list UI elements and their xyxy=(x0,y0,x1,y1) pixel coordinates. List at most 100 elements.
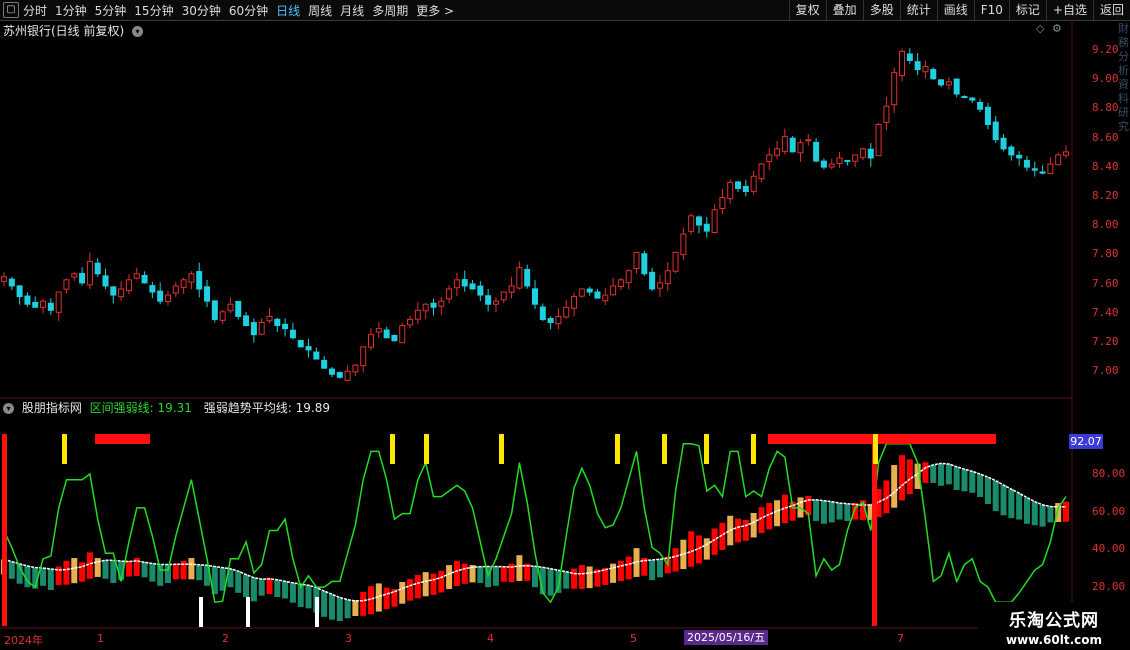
candle-body xyxy=(742,185,749,192)
x-tick: 2 xyxy=(222,632,229,645)
candle-body xyxy=(766,154,773,162)
indicator-bar xyxy=(836,503,843,520)
indicator-bar xyxy=(563,571,570,589)
indicator-bar xyxy=(977,474,984,498)
candle-body xyxy=(625,270,632,284)
candle-body xyxy=(547,317,554,323)
price-tick: 9.20 xyxy=(1092,43,1119,56)
indicator-bar xyxy=(235,571,242,593)
candle-body xyxy=(266,315,273,322)
indicator-bar xyxy=(71,558,78,584)
indicator-bar xyxy=(258,579,265,596)
candle-body xyxy=(196,271,203,290)
indicator-bar xyxy=(1023,497,1030,524)
indicator-bar xyxy=(500,566,507,582)
indicator-bar xyxy=(742,519,749,541)
candle-body xyxy=(555,315,562,325)
signal-band xyxy=(768,434,996,444)
candle-body xyxy=(118,288,125,298)
indicator-bar xyxy=(1016,493,1023,520)
candle-body xyxy=(797,142,804,154)
indicator-bar xyxy=(532,566,538,588)
candle-body xyxy=(32,301,39,308)
indicator-bar xyxy=(282,581,289,599)
candle-body xyxy=(844,159,851,162)
indicator-bar xyxy=(102,560,109,579)
candle-body xyxy=(172,285,179,294)
indicator-bar xyxy=(360,591,367,616)
indicator-bar xyxy=(383,587,390,610)
indicator-bar xyxy=(86,552,93,579)
indicator-bar xyxy=(110,560,117,583)
candle-body xyxy=(524,268,531,287)
candle-body xyxy=(508,285,515,293)
candle-body xyxy=(86,261,93,286)
side-panel-strip: 財務分析資料研究 xyxy=(1118,22,1129,133)
indicator-bar xyxy=(672,548,679,572)
candle-body xyxy=(828,163,835,168)
candle-body xyxy=(344,370,351,381)
candle-body xyxy=(781,136,788,152)
candle-body xyxy=(758,163,765,180)
candle-body xyxy=(391,334,398,342)
indicator-bar xyxy=(188,558,195,580)
indicator-bar xyxy=(625,556,632,580)
candle-body xyxy=(1039,171,1046,174)
signal-marker xyxy=(872,436,877,626)
candle-body xyxy=(1,276,7,282)
indicator-bar xyxy=(688,531,695,567)
candle-body xyxy=(328,368,335,375)
candle-body xyxy=(1063,151,1069,156)
candle-body xyxy=(703,223,710,232)
candle-body xyxy=(71,273,78,278)
watermark-url: www.60lt.com xyxy=(1005,633,1103,647)
current-value-tag: 92.07 xyxy=(1069,434,1103,449)
indicator-bar xyxy=(47,569,54,591)
candle-body xyxy=(243,315,250,327)
candle-body xyxy=(680,233,687,256)
indicator-bar xyxy=(321,591,328,617)
indicator-bar xyxy=(1047,506,1054,523)
indicator-bar xyxy=(899,455,906,501)
indicator-bar xyxy=(1031,501,1038,526)
candle-body xyxy=(727,181,734,200)
candle-body xyxy=(55,291,62,313)
indicator-tick: 80.00 xyxy=(1092,467,1126,480)
indicator-bar xyxy=(578,565,585,589)
chevron-down-icon[interactable]: ▾ xyxy=(3,403,14,414)
trend-avg-value: 19.89 xyxy=(295,401,330,415)
indicator-bar xyxy=(758,507,765,534)
candle-body xyxy=(633,251,640,270)
candle-body xyxy=(492,300,499,305)
price-and-indicator-chart[interactable] xyxy=(0,0,1130,650)
candle-body xyxy=(532,288,538,305)
candle-body xyxy=(578,288,585,297)
candle-body xyxy=(360,346,367,367)
indicator-bar xyxy=(516,555,523,581)
candle-body xyxy=(992,121,999,141)
candle-body xyxy=(774,148,781,156)
indicator-title: ▾ 股朋指标网 区间强弱线: 19.31 强弱趋势平均线: 19.89 xyxy=(3,399,330,416)
indicator-bar xyxy=(649,560,656,581)
candle-body xyxy=(891,72,898,106)
price-tick: 8.00 xyxy=(1092,218,1119,232)
candle-body xyxy=(914,61,921,71)
indicator-bar xyxy=(274,579,281,598)
candle-body xyxy=(500,291,507,301)
indicator-bar xyxy=(774,500,781,527)
candle-body xyxy=(63,279,70,290)
candle-body xyxy=(407,318,414,326)
signal-band xyxy=(95,434,150,444)
indicator-bar xyxy=(141,562,148,578)
indicator-bar xyxy=(750,512,757,538)
indicator-bar xyxy=(149,563,156,582)
indicator-bar xyxy=(438,570,445,593)
candle-body xyxy=(719,197,726,209)
candle-body xyxy=(571,296,578,309)
candle-body xyxy=(446,288,453,300)
price-tick: 8.60 xyxy=(1092,130,1119,144)
candle-body xyxy=(430,302,437,308)
candle-body xyxy=(282,323,289,330)
x-tick: 3 xyxy=(345,632,352,645)
white-marker xyxy=(315,597,319,627)
